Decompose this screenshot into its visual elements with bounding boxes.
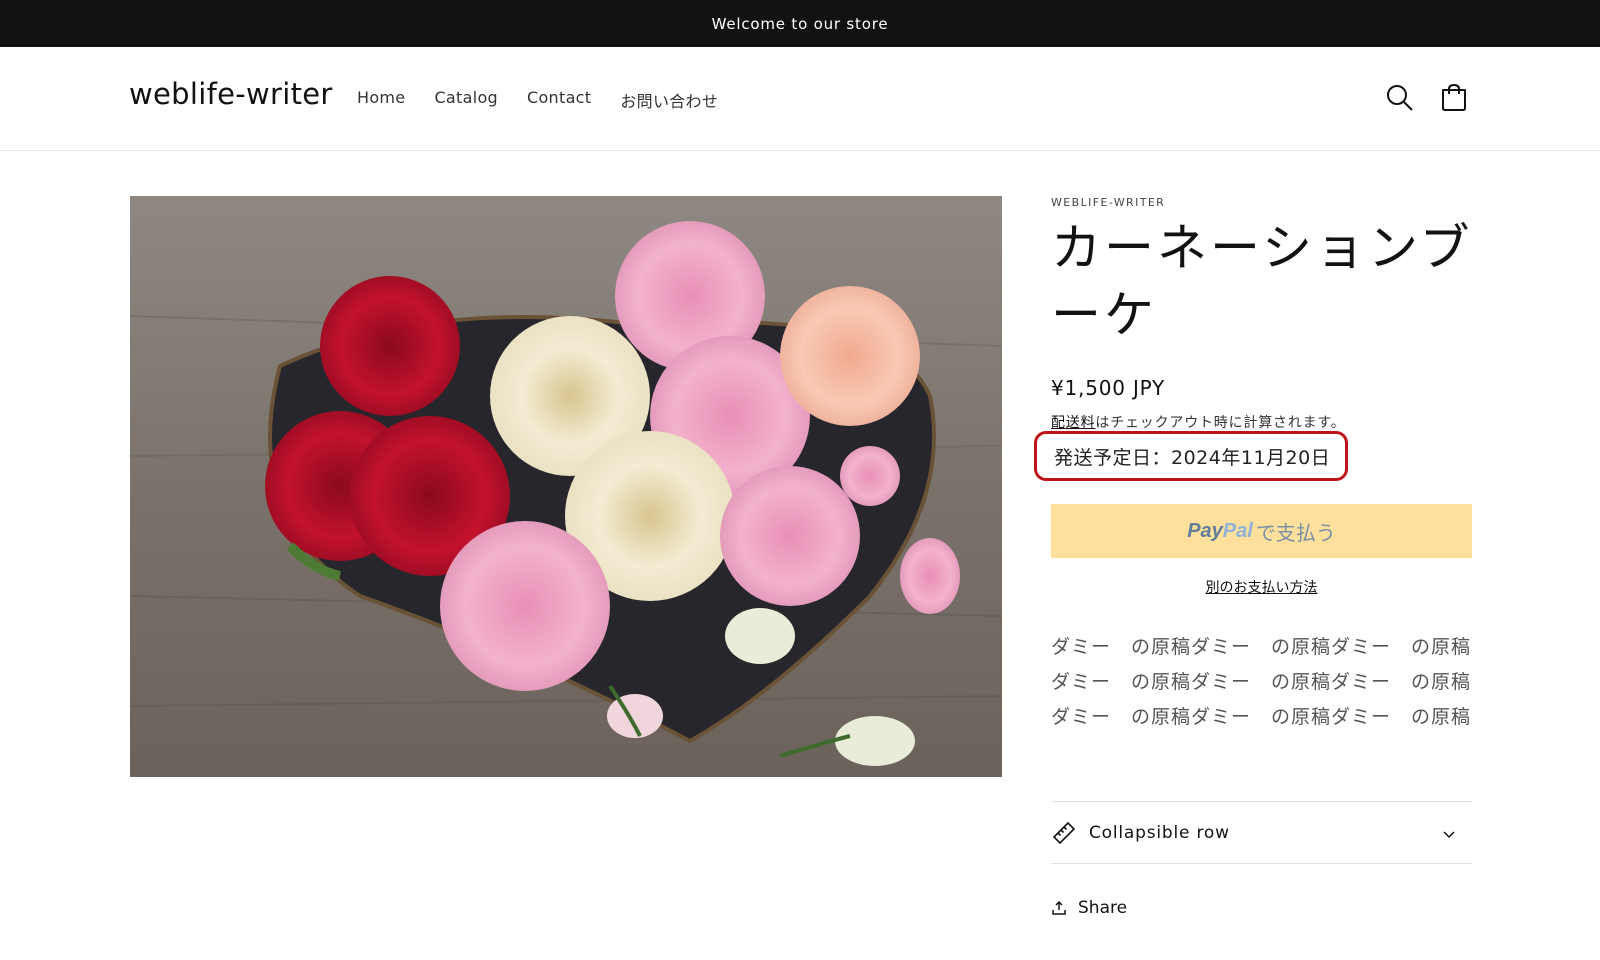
paypal-button[interactable]: Pay Pal で支払う: [1051, 504, 1472, 558]
shipping-policy-link[interactable]: 配送料: [1051, 415, 1095, 431]
product-vendor: WEBLIFE-WRITER: [1051, 196, 1166, 209]
product-image[interactable]: [130, 196, 1002, 777]
chevron-down-icon: [1442, 826, 1456, 840]
nav-contact[interactable]: Contact: [527, 88, 591, 112]
more-payment-options-link[interactable]: 別のお支払い方法: [1051, 577, 1472, 597]
product-description: ダミー の原稿ダミー の原稿ダミー の原稿ダミー の原稿ダミー の原稿ダミー の…: [1051, 636, 1472, 728]
paypal-logo-pay: Pay: [1187, 519, 1223, 542]
shipping-note: 配送料はチェックアウト時に計算されます。: [1051, 412, 1473, 432]
paypal-button-label: で支払う: [1255, 522, 1336, 545]
share-button[interactable]: Share: [1051, 898, 1127, 918]
store-logo[interactable]: weblife-writer: [129, 77, 333, 111]
product-price: ¥1,500 JPY: [1051, 376, 1166, 400]
search-icon[interactable]: [1384, 82, 1416, 114]
ruler-icon: [1051, 820, 1077, 846]
product-info: WEBLIFE-WRITER カーネーションブーケ ¥1,500 JPY 配送料…: [1034, 196, 1473, 918]
shipping-note-text: はチェックアウト時に計算されます。: [1095, 415, 1346, 431]
product-title: カーネーションブーケ: [1051, 219, 1473, 344]
site-header: weblife-writer Home Catalog Contact お問い合…: [0, 47, 1600, 151]
announcement-bar: Welcome to our store: [0, 0, 1600, 47]
cart-icon[interactable]: [1438, 82, 1470, 114]
ship-date-highlight: 発送予定日：2024年11月20日: [1034, 431, 1348, 481]
announcement-text: Welcome to our store: [711, 14, 889, 33]
share-label: Share: [1078, 898, 1128, 918]
ship-date-text: 発送予定日：2024年11月20日: [1054, 446, 1331, 469]
paypal-logo-pal: Pal: [1222, 519, 1253, 542]
nav-home[interactable]: Home: [357, 88, 405, 112]
nav-inquiry[interactable]: お問い合わせ: [620, 88, 718, 112]
main-nav: Home Catalog Contact お問い合わせ: [357, 88, 747, 112]
collapsible-row-label: Collapsible row: [1089, 822, 1230, 843]
share-icon: [1052, 900, 1066, 915]
nav-catalog[interactable]: Catalog: [434, 88, 498, 112]
collapsible-row[interactable]: Collapsible row: [1051, 801, 1472, 864]
